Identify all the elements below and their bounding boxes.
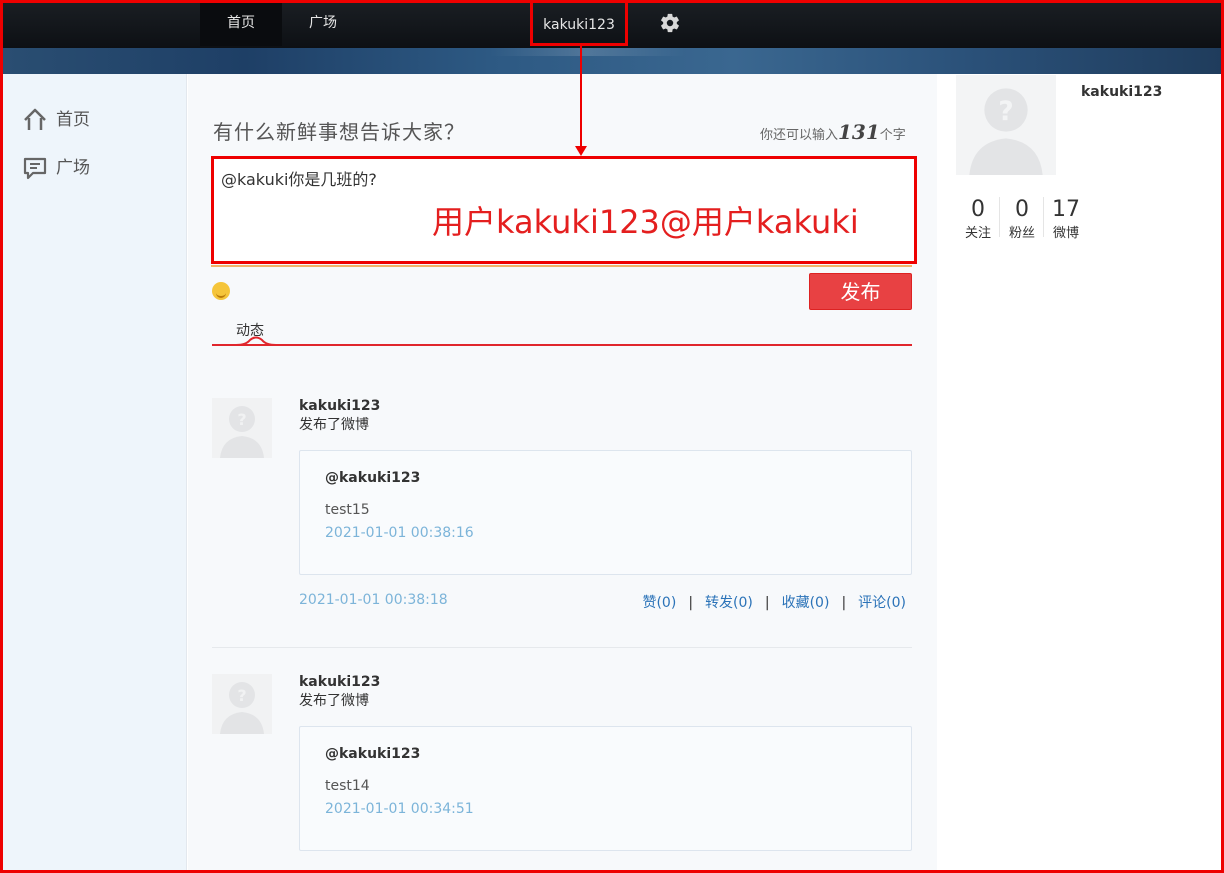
publish-button[interactable]: 发布 <box>809 273 912 310</box>
sidebar-item-label: 首页 <box>56 110 90 130</box>
stat-value: 0 <box>1004 197 1040 222</box>
default-avatar-icon: ? <box>956 75 1056 175</box>
compose-textarea[interactable]: @kakuki你是几班的? 用户kakuki123@用户kakuki <box>211 156 917 264</box>
nav-username-link[interactable]: kakuki123 <box>530 0 628 46</box>
quote-card: @kakuki123 test15 2021-01-01 00:38:16 <box>299 450 912 575</box>
sidebar-item-label: 广场 <box>56 158 90 178</box>
compose-title: 有什么新鲜事想告诉大家？ <box>213 116 465 145</box>
post-actions: 赞(0)|转发(0)|收藏(0)|评论(0) <box>642 592 906 612</box>
char-counter: 你还可以输入131个字 <box>760 120 906 144</box>
annotation-arrow-head <box>575 146 587 156</box>
stat-value: 0 <box>960 197 996 222</box>
profile-name[interactable]: kakuki123 <box>1081 84 1162 100</box>
post-username[interactable]: kakuki123 <box>299 674 380 690</box>
quote-username[interactable]: @kakuki123 <box>325 746 420 762</box>
sidebar-item-home[interactable]: 首页 <box>22 106 90 134</box>
avatar[interactable]: ? <box>212 674 272 734</box>
profile-avatar[interactable]: ? <box>956 75 1056 175</box>
header-banner <box>0 46 1224 74</box>
compose-text: @kakuki你是几班的? <box>221 166 377 190</box>
gear-icon <box>659 12 681 34</box>
chat-icon <box>22 155 48 181</box>
comment-link[interactable]: 评论(0) <box>858 595 906 611</box>
stat-label: 粉丝 <box>1004 222 1040 241</box>
tab-active-indicator <box>236 335 276 347</box>
annotation-text: 用户kakuki123@用户kakuki <box>432 197 859 243</box>
favorite-link[interactable]: 收藏(0) <box>782 595 830 611</box>
sidebar-item-square[interactable]: 广场 <box>22 154 90 182</box>
default-avatar-icon: ? <box>212 398 272 458</box>
tab-underline <box>212 344 912 346</box>
divider <box>212 647 912 648</box>
post-timestamp: 2021-01-01 00:38:18 <box>299 592 448 608</box>
compose-underline <box>211 265 912 267</box>
post-action: 发布了微博 <box>299 414 369 434</box>
default-avatar-icon: ? <box>212 674 272 734</box>
stat-label: 关注 <box>960 222 996 241</box>
quote-username[interactable]: @kakuki123 <box>325 470 420 486</box>
stat-followers[interactable]: 0 粉丝 <box>1004 197 1040 241</box>
char-counter-number: 131 <box>838 120 880 144</box>
quote-card: @kakuki123 test14 2021-01-01 00:34:51 <box>299 726 912 851</box>
profile-panel <box>938 74 1224 873</box>
stat-following[interactable]: 0 关注 <box>960 197 996 241</box>
svg-text:?: ? <box>237 410 246 429</box>
nav-square-link[interactable]: 广场 <box>284 0 362 46</box>
quote-timestamp: 2021-01-01 00:38:16 <box>325 525 474 541</box>
home-icon <box>22 107 48 133</box>
top-navbar: 首页 广场 kakuki123 <box>0 0 1224 48</box>
stat-value: 17 <box>1048 197 1084 222</box>
quote-timestamp: 2021-01-01 00:34:51 <box>325 801 474 817</box>
nav-home-link[interactable]: 首页 <box>200 0 282 46</box>
svg-text:?: ? <box>998 96 1013 127</box>
avatar[interactable]: ? <box>212 398 272 458</box>
settings-button[interactable] <box>655 0 685 46</box>
divider <box>1043 197 1044 237</box>
forward-link[interactable]: 转发(0) <box>705 595 753 611</box>
quote-text: test15 <box>325 502 370 518</box>
annotation-arrow <box>580 46 582 150</box>
svg-text:?: ? <box>237 686 246 705</box>
divider <box>999 197 1000 237</box>
stat-posts[interactable]: 17 微博 <box>1048 197 1084 241</box>
smiley-icon[interactable] <box>212 282 230 300</box>
like-link[interactable]: 赞(0) <box>642 595 676 611</box>
post-action: 发布了微博 <box>299 690 369 710</box>
left-sidebar <box>0 74 187 873</box>
post-username[interactable]: kakuki123 <box>299 398 380 414</box>
quote-text: test14 <box>325 778 370 794</box>
stat-label: 微博 <box>1048 222 1084 241</box>
